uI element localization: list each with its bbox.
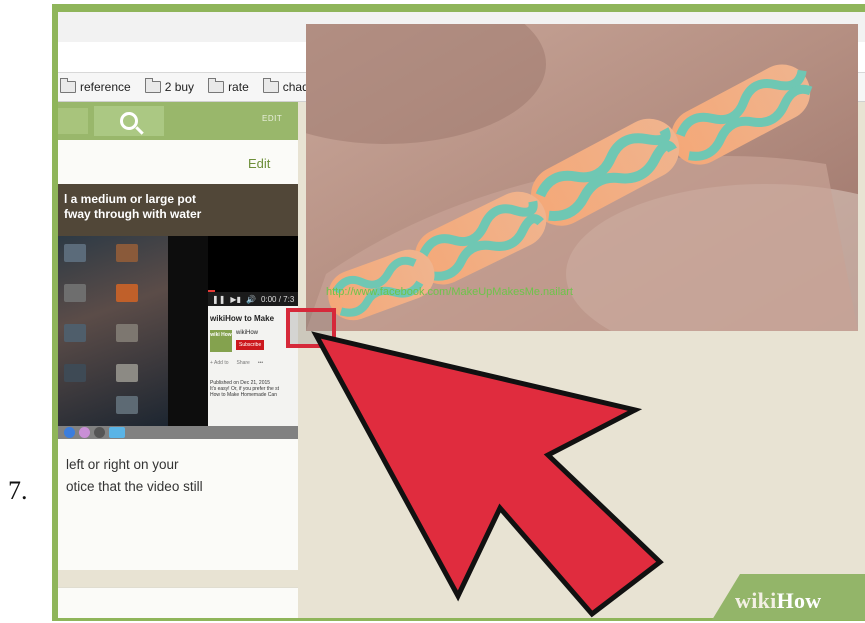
- video-title: wikiHow to Make: [210, 314, 275, 323]
- thumbnail: [116, 284, 138, 302]
- step-number: 7.: [8, 476, 28, 505]
- bookmark-chad[interactable]: chad: [262, 78, 309, 94]
- thumbnail: [64, 244, 86, 262]
- app-icon[interactable]: [109, 427, 125, 438]
- desktop-thumbnails: [58, 236, 168, 426]
- search-icon: [120, 112, 138, 130]
- search-button[interactable]: [94, 106, 164, 136]
- logo-wiki: wiki: [735, 588, 777, 613]
- header-edit-button[interactable]: EDIT: [262, 114, 282, 123]
- site-search-input[interactable]: [58, 108, 88, 134]
- channel-name[interactable]: wikiHow: [236, 330, 258, 336]
- video-description: Published on Dec 21, 2015 It's easy! Or,…: [210, 380, 296, 398]
- folder-icon: [208, 78, 225, 93]
- caption-line: fway through with water: [64, 207, 202, 221]
- thumbnail: [64, 284, 86, 302]
- wikihow-logo: wikiHow: [735, 588, 821, 614]
- site-header: EDIT: [58, 102, 298, 140]
- pause-icon[interactable]: ❚❚: [212, 295, 225, 304]
- thumbnail: [116, 364, 138, 382]
- article-footer: [58, 587, 298, 618]
- image-caption: l a medium or large pot fway through wit…: [58, 184, 298, 236]
- step-screenshot: l a medium or large pot fway through wit…: [58, 184, 298, 439]
- folder-icon: [144, 78, 161, 93]
- more-button[interactable]: •••: [258, 360, 263, 366]
- logo-how: How: [776, 588, 822, 613]
- bookmark-label: 2 buy: [164, 80, 195, 94]
- step-instructions: left or right on your otice that the vid…: [66, 454, 203, 498]
- thumbnail: [64, 364, 86, 382]
- bookmark-rate[interactable]: rate: [208, 78, 249, 94]
- description-line: How to Make Homemade Can: [210, 392, 277, 398]
- photo-credit-url: http://www.facebook.com/MakeUpMakesMe.na…: [326, 286, 573, 298]
- folder-icon: [60, 78, 76, 93]
- video-time: 0:00 / 7:3: [260, 294, 295, 304]
- video-actions: + Add to Share •••: [210, 360, 263, 366]
- bookmark-label: chad: [282, 80, 309, 94]
- resize-handle-highlight[interactable]: [286, 308, 336, 348]
- channel-avatar[interactable]: wiki How: [210, 330, 232, 352]
- app-icon[interactable]: [79, 427, 90, 438]
- picture-in-picture-video[interactable]: http://www.facebook.com/MakeUpMakesMe.na…: [306, 24, 858, 331]
- app-icon[interactable]: [64, 427, 75, 438]
- volume-icon[interactable]: 🔊: [246, 295, 256, 304]
- app-icon[interactable]: [94, 427, 105, 438]
- bookmark-2-buy[interactable]: 2 buy: [144, 78, 195, 94]
- mac-dock: [58, 426, 298, 439]
- instruction-line: otice that the video still: [66, 479, 203, 494]
- thumbnail: [64, 324, 86, 342]
- caption-line: l a medium or large pot: [64, 192, 197, 206]
- next-icon[interactable]: ▶▮: [230, 295, 241, 304]
- nail-art-photo: [306, 24, 858, 331]
- thumbnail: [116, 396, 138, 414]
- offscreen-text: [861, 24, 865, 84]
- thumbnail: [116, 244, 138, 262]
- video-controls: ❚❚ ▶▮ 🔊 0:00 / 7:3: [208, 292, 298, 306]
- bookmark-reference[interactable]: reference: [60, 78, 131, 94]
- edit-link[interactable]: Edit: [248, 156, 270, 171]
- bookmark-label: rate: [228, 80, 249, 94]
- share-button[interactable]: Share: [237, 360, 250, 366]
- subscribe-button[interactable]: Subscribe: [236, 340, 265, 350]
- thumbnail: [116, 324, 138, 342]
- add-to-button[interactable]: + Add to: [210, 360, 229, 366]
- video-sidebar: [168, 236, 208, 426]
- instruction-line: left or right on your: [66, 457, 179, 472]
- bookmark-label: reference: [80, 80, 131, 94]
- folder-icon: [262, 78, 279, 93]
